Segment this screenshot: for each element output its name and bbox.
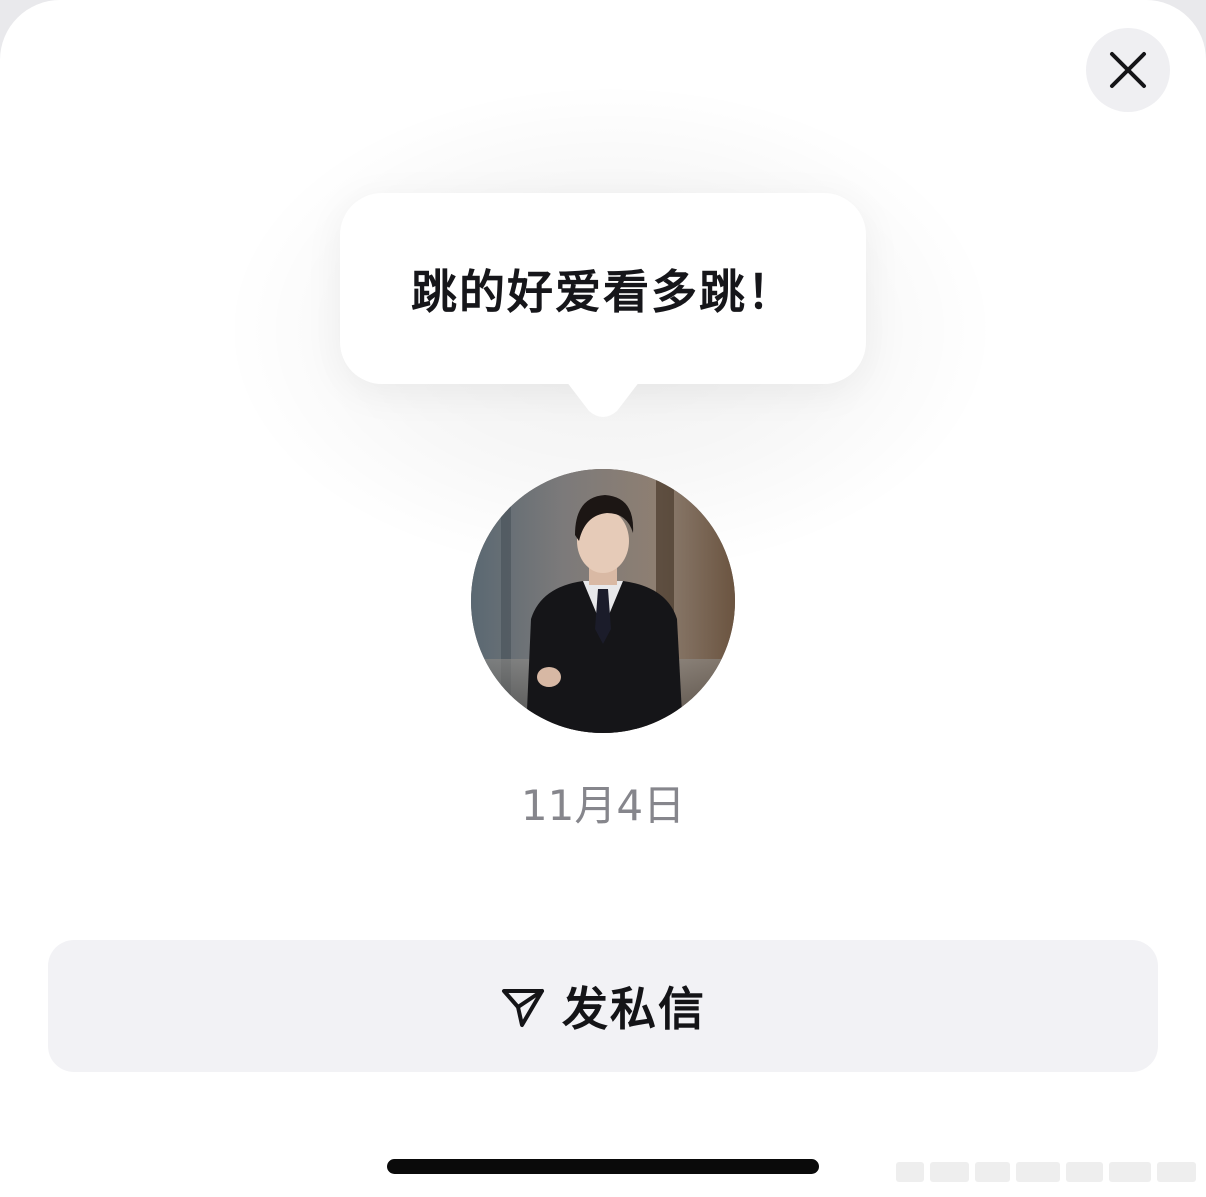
message-bubble: 跳的好爱看多跳！ bbox=[340, 193, 866, 384]
home-indicator[interactable] bbox=[387, 1159, 819, 1174]
watermark bbox=[896, 1158, 1197, 1186]
message-text: 跳的好爱看多跳！ bbox=[411, 264, 795, 319]
direct-message-label: 发私信 bbox=[562, 982, 706, 1036]
avatar[interactable] bbox=[471, 469, 735, 733]
bubble-tail bbox=[563, 377, 643, 417]
send-icon bbox=[502, 989, 544, 1027]
close-button[interactable] bbox=[1086, 28, 1170, 112]
close-icon bbox=[1110, 52, 1146, 88]
profile-photo bbox=[471, 469, 735, 733]
message-bubble-container: 跳的好爱看多跳！ bbox=[340, 193, 866, 423]
page: 跳的好爱看多跳！ 11月4日 发私信 bbox=[0, 0, 1206, 1197]
date-label: 11月4日 bbox=[520, 781, 686, 830]
bottom-sheet: 跳的好爱看多跳！ 11月4日 发私信 bbox=[0, 0, 1206, 1197]
direct-message-button[interactable]: 发私信 bbox=[48, 940, 1158, 1072]
